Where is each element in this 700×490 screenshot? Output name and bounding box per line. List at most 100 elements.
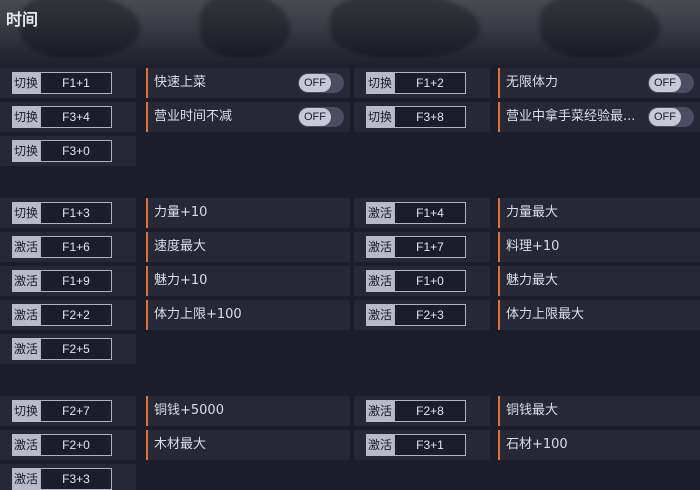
hotkey-field[interactable]: F2+7 xyxy=(40,400,112,422)
cheat-option[interactable]: 魅力+10 xyxy=(146,266,350,296)
hotkey-field[interactable]: F3+3 xyxy=(40,468,112,490)
cheat-label: 铜钱+5000 xyxy=(154,403,224,418)
hotkey-field[interactable]: F2+8 xyxy=(394,400,466,422)
cheat-option[interactable]: 石材+100 xyxy=(498,430,700,460)
hotkey-field[interactable]: F1+7 xyxy=(394,236,466,258)
hotkey-field[interactable]: F2+0 xyxy=(40,434,112,456)
toggle-switch[interactable]: OFF xyxy=(298,73,344,93)
mode-badge: 切换 xyxy=(12,106,40,128)
mode-badge: 激活 xyxy=(12,338,40,360)
toggle-switch[interactable]: OFF xyxy=(648,107,694,127)
mode-badge: 切换 xyxy=(12,140,40,162)
mode-badge: 激活 xyxy=(366,400,394,422)
cheat-label: 料理+10 xyxy=(506,239,560,254)
hotkey-cell[interactable]: 激活 F1+4 xyxy=(354,198,490,228)
hotkey-cell[interactable]: 激活 F1+0 xyxy=(354,266,490,296)
hotkey-field[interactable]: F1+2 xyxy=(394,72,466,94)
hotkey-cell[interactable]: 激活 F2+5 xyxy=(0,334,136,364)
cheat-label: 速度最大 xyxy=(154,239,207,254)
brush-stroke xyxy=(540,0,660,58)
mode-badge: 激活 xyxy=(12,270,40,292)
hotkey-cell[interactable]: 切换 F2+7 xyxy=(0,396,136,426)
mode-badge: 激活 xyxy=(12,304,40,326)
cheat-option[interactable]: 铜钱最大 xyxy=(498,396,700,426)
brush-stroke xyxy=(200,0,290,58)
mode-badge: 激活 xyxy=(366,236,394,258)
cheat-option[interactable]: 力量+10 xyxy=(146,198,350,228)
toggle-switch[interactable]: OFF xyxy=(648,73,694,93)
cheat-label: 木材最大 xyxy=(154,437,207,452)
hotkey-field[interactable]: F3+8 xyxy=(394,106,466,128)
hotkey-cell[interactable]: 激活 F3+3 xyxy=(0,464,136,490)
hotkey-cell[interactable]: 激活 F3+1 xyxy=(354,430,490,460)
hotkey-field[interactable]: F1+1 xyxy=(40,72,112,94)
cheat-option[interactable]: 魅力最大 xyxy=(498,266,700,296)
toggle-knob: OFF xyxy=(299,108,331,126)
hotkey-field[interactable]: F3+0 xyxy=(40,140,112,162)
cheat-label: 魅力最大 xyxy=(506,273,559,288)
cheat-label: 力量+10 xyxy=(154,205,208,220)
cheat-option[interactable]: 速度最大 xyxy=(146,232,350,262)
hotkey-cell[interactable]: 激活 F2+3 xyxy=(354,300,490,330)
hotkey-cell[interactable]: 激活 F1+9 xyxy=(0,266,136,296)
hotkey-field[interactable]: F1+6 xyxy=(40,236,112,258)
hotkey-field[interactable]: F2+5 xyxy=(40,338,112,360)
hotkey-cell[interactable]: 激活 F2+0 xyxy=(0,430,136,460)
toggle-knob: OFF xyxy=(649,108,681,126)
mode-badge: 激活 xyxy=(12,468,40,490)
hotkey-cell[interactable]: 激活 F1+7 xyxy=(354,232,490,262)
hotkey-field[interactable]: F3+4 xyxy=(40,106,112,128)
hotkey-cell[interactable]: 激活 F2+2 xyxy=(0,300,136,330)
hotkey-field[interactable]: F3+1 xyxy=(394,434,466,456)
mode-badge: 激活 xyxy=(12,236,40,258)
mode-badge: 切换 xyxy=(366,72,394,94)
cheat-option[interactable]: 力量最大 xyxy=(498,198,700,228)
hotkey-cell[interactable]: 切换 F1+3 xyxy=(0,198,136,228)
cheat-label: 石材+100 xyxy=(506,437,568,452)
mode-badge: 激活 xyxy=(366,434,394,456)
cheat-option[interactable]: 铜钱+5000 xyxy=(146,396,350,426)
cheat-option: 营业时间不减 OFF xyxy=(146,102,350,132)
cheat-label: 铜钱最大 xyxy=(506,403,559,418)
header-banner: 时间 xyxy=(0,0,700,58)
cheat-option[interactable]: 料理+10 xyxy=(498,232,700,262)
toggle-knob: OFF xyxy=(299,74,331,92)
cheat-label: 快速上菜 xyxy=(154,75,207,90)
cheat-option: 快速上菜 OFF xyxy=(146,68,350,98)
hotkey-field[interactable]: F2+2 xyxy=(40,304,112,326)
page-title: 时间 xyxy=(6,10,39,29)
hotkey-cell[interactable]: 切换 F3+4 xyxy=(0,102,136,132)
mode-badge: 切换 xyxy=(12,72,40,94)
cheat-label: 魅力+10 xyxy=(154,273,208,288)
brush-stroke xyxy=(330,0,480,58)
mode-badge: 激活 xyxy=(366,270,394,292)
hotkey-cell[interactable]: 切换 F3+0 xyxy=(0,136,136,166)
hotkey-field[interactable]: F1+3 xyxy=(40,202,112,224)
hotkey-field[interactable]: F1+9 xyxy=(40,270,112,292)
cheat-option: 无限体力 OFF xyxy=(498,68,700,98)
cheat-label: 营业时间不减 xyxy=(154,109,233,124)
hotkey-cell[interactable]: 切换 F1+2 xyxy=(354,68,490,98)
hotkey-cell[interactable]: 激活 F2+8 xyxy=(354,396,490,426)
mode-badge: 切换 xyxy=(366,106,394,128)
cheat-label: 力量最大 xyxy=(506,205,559,220)
hotkey-cell[interactable]: 激活 F1+6 xyxy=(0,232,136,262)
mode-badge: 切换 xyxy=(12,202,40,224)
cheat-option[interactable]: 体力上限最大 xyxy=(498,300,700,330)
cheat-option[interactable]: 体力上限+100 xyxy=(146,300,350,330)
cheat-option: 营业中拿手菜经验最... OFF xyxy=(498,102,700,132)
cheat-label: 体力上限最大 xyxy=(506,307,585,322)
toggle-knob: OFF xyxy=(649,74,681,92)
hotkey-cell[interactable]: 切换 F3+8 xyxy=(354,102,490,132)
cheat-label: 无限体力 xyxy=(506,75,559,90)
cheat-option[interactable]: 木材最大 xyxy=(146,430,350,460)
hotkey-field[interactable]: F1+4 xyxy=(394,202,466,224)
mode-badge: 激活 xyxy=(12,434,40,456)
hotkey-field[interactable]: F1+0 xyxy=(394,270,466,292)
cheat-label: 营业中拿手菜经验最... xyxy=(506,109,636,124)
toggle-switch[interactable]: OFF xyxy=(298,107,344,127)
mode-badge: 切换 xyxy=(12,400,40,422)
hotkey-field[interactable]: F2+3 xyxy=(394,304,466,326)
hotkey-cell[interactable]: 切换 F1+1 xyxy=(0,68,136,98)
mode-badge: 激活 xyxy=(366,202,394,224)
